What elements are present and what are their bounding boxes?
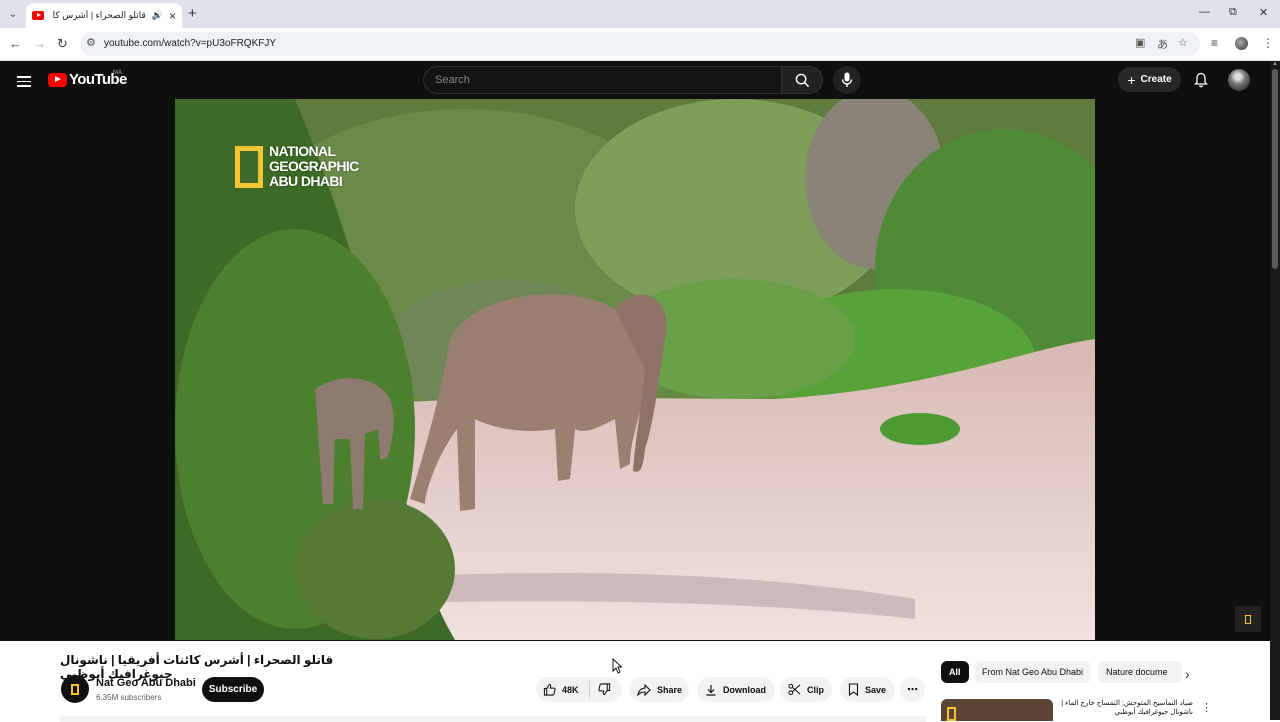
like-button[interactable] (543, 683, 556, 696)
chips-next-icon[interactable]: › (1185, 666, 1190, 682)
translate-icon[interactable]: あ (1157, 36, 1168, 52)
share-button[interactable]: Share (629, 677, 689, 702)
save-label: Save (865, 684, 887, 695)
plus-icon: + (1127, 71, 1136, 88)
more-horizontal-icon: ⋯ (907, 684, 918, 696)
recommended-title[interactable]: صياد التماسيح المتوحش: التمساح خارج الما… (1058, 699, 1193, 717)
recommended-video[interactable]: صياد التماسيح المتوحش: التمساح خارج الما… (941, 699, 1212, 721)
channel-avatar[interactable] (61, 675, 89, 703)
more-actions-button[interactable]: ⋯ (900, 677, 925, 702)
thumbs-up-icon (543, 683, 556, 696)
window-close-icon[interactable]: ✕ (1259, 6, 1268, 19)
watermark-line-1: NATIONAL (269, 143, 336, 159)
restore-icon[interactable]: ⧉ (1229, 6, 1237, 19)
save-button[interactable]: Save (840, 677, 895, 702)
chip-nature[interactable]: Nature docume (1098, 661, 1182, 683)
forward-icon[interactable]: → (33, 36, 46, 51)
site-info-icon[interactable]: ⚙ (86, 36, 96, 49)
url-text[interactable]: youtube.com/watch?v=pU3oFRQKFJY (104, 38, 276, 49)
reload-icon[interactable]: ↻ (57, 36, 68, 52)
country-code: MA (113, 70, 122, 76)
like-count[interactable]: 48K (562, 685, 579, 695)
natgeo-logo-icon (235, 145, 263, 188)
youtube-favicon-icon (32, 11, 44, 20)
watermark-line-3: ABU DHABI (269, 173, 343, 189)
bookmark-icon (848, 683, 859, 696)
recommended-menu-icon[interactable]: ⋮ (1201, 701, 1212, 714)
subscribe-button[interactable]: Subscribe (202, 677, 264, 702)
thumbs-down-icon (597, 683, 610, 696)
address-bar[interactable]: ⚙ youtube.com/watch?v=pU3oFRQKFJY ▣ あ ☆ (80, 32, 1200, 56)
video-player[interactable]: NATIONAL GEOGRAPHIC ABU DHABI (175, 99, 1095, 640)
download-icon (706, 684, 716, 696)
browser-tab-active[interactable]: قاتلو الصحراء | أشرس كائنات 🔊 × (26, 3, 182, 28)
page-scrollbar[interactable]: ▲ (1270, 61, 1280, 720)
tab-search-dropdown-icon[interactable]: ⌄ (5, 6, 21, 22)
mouse-cursor-icon (612, 658, 622, 674)
notifications-bell-icon[interactable] (1194, 72, 1208, 88)
microphone-icon (841, 72, 853, 87)
subscriber-count: 6.35M subscribers (96, 693, 162, 702)
chip-from-channel[interactable]: From Nat Geo Abu Dhabi (974, 661, 1092, 683)
share-label: Share (657, 684, 683, 695)
like-dislike-group: 48K (536, 677, 622, 702)
channel-name[interactable]: Nat Geo Abu Dhabi (96, 677, 196, 689)
description-box[interactable] (60, 716, 926, 722)
menu-hamburger-icon[interactable] (17, 73, 31, 90)
reading-list-icon[interactable]: ≡ (1211, 36, 1218, 50)
tab-close-icon[interactable]: × (169, 9, 176, 23)
back-icon[interactable]: ← (9, 36, 22, 51)
download-button[interactable]: Download (697, 677, 775, 702)
bookmark-star-icon[interactable]: ☆ (1178, 36, 1188, 49)
clip-label: Clip (807, 684, 824, 695)
download-label: Download (723, 684, 766, 695)
search-input[interactable]: Search (423, 66, 781, 94)
recommended-thumbnail[interactable] (941, 699, 1053, 721)
create-label: Create (1140, 74, 1172, 85)
browser-toolbar: ← → ↻ ⚙ youtube.com/watch?v=pU3oFRQKFJY … (0, 28, 1280, 61)
scroll-up-icon[interactable]: ▲ (1272, 61, 1278, 67)
tab-title: قاتلو الصحراء | أشرس كائنات (52, 10, 146, 20)
create-button[interactable]: + Create (1118, 67, 1181, 92)
browser-tab-strip: ⌄ قاتلو الصحراء | أشرس كائنات 🔊 × + — ⧉ … (0, 0, 1280, 28)
youtube-page: YouTube MA Search + Create NATIONAL GEOG… (0, 61, 1280, 722)
account-avatar[interactable] (1228, 69, 1250, 91)
clip-button[interactable]: Clip (780, 677, 832, 702)
tab-audio-icon[interactable]: 🔊 (152, 10, 163, 21)
dislike-button[interactable] (597, 683, 611, 696)
youtube-logo[interactable]: YouTube MA (48, 70, 127, 88)
watermark-line-2: GEOGRAPHIC (269, 158, 359, 174)
search-placeholder: Search (435, 74, 470, 86)
search-icon (795, 73, 810, 88)
channel-branding-icon[interactable] (1235, 606, 1261, 632)
scissors-icon (788, 683, 801, 696)
search-button[interactable] (781, 66, 823, 94)
new-tab-icon[interactable]: + (188, 5, 197, 22)
youtube-play-icon (48, 72, 67, 87)
install-app-icon[interactable]: ▣ (1135, 36, 1145, 49)
natgeo-watermark: NATIONAL GEOGRAPHIC ABU DHABI (235, 144, 359, 189)
minimize-icon[interactable]: — (1199, 6, 1210, 18)
voice-search-button[interactable] (833, 66, 861, 94)
chip-all[interactable]: All (941, 661, 969, 683)
share-icon (637, 683, 651, 696)
browser-profile-icon[interactable] (1235, 37, 1248, 50)
browser-menu-icon[interactable]: ⋮ (1262, 36, 1274, 50)
scrollbar-thumb[interactable] (1272, 69, 1278, 269)
